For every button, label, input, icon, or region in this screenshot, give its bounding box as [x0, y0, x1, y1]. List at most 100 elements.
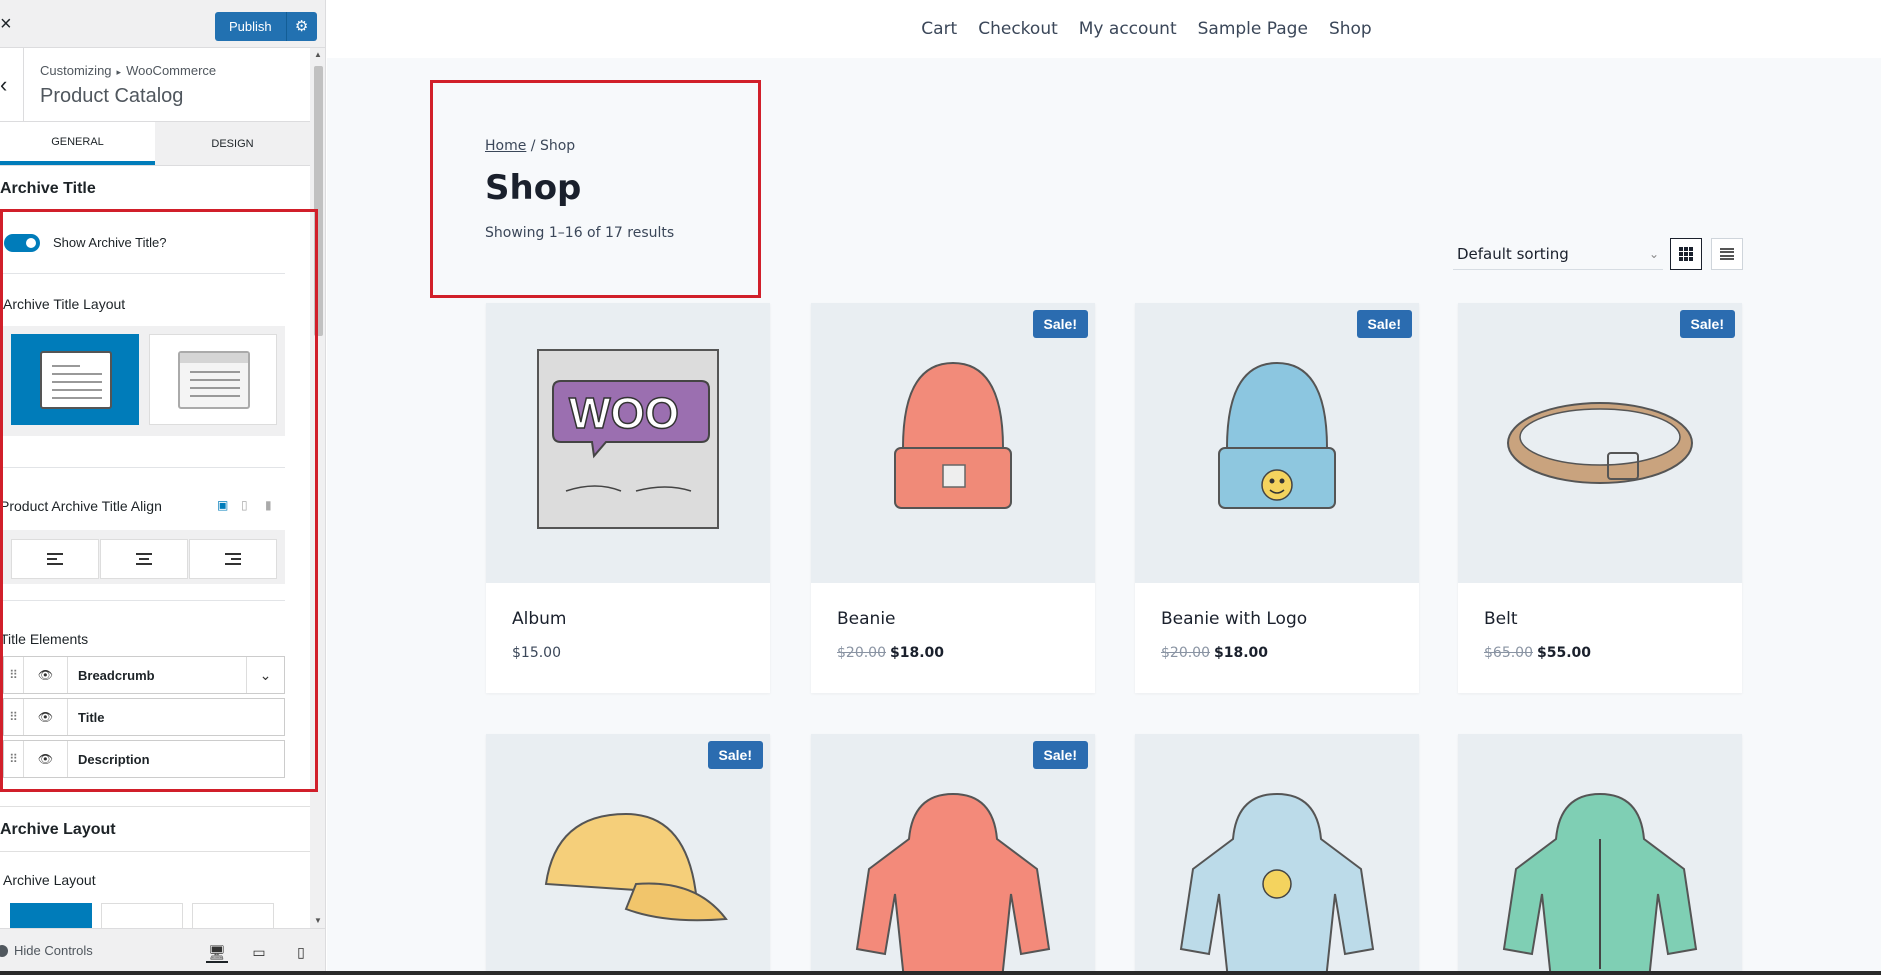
sale-badge: Sale! — [1032, 310, 1088, 338]
sale-badge: Sale! — [1356, 310, 1412, 338]
product-old-price: $20.00 — [837, 645, 886, 661]
desktop-icon[interactable]: ▣ — [217, 498, 229, 512]
beanie-logo-icon — [1218, 361, 1336, 509]
sidebar-scrollbar[interactable]: ▲ ▼ — [312, 50, 324, 925]
product-image[interactable]: Sale! — [811, 303, 1095, 583]
product-image[interactable] — [1458, 734, 1742, 975]
title-align-control: Product Archive Title Align ▣ ▯ ▮ — [0, 468, 285, 601]
nav-checkout[interactable]: Checkout — [978, 19, 1058, 39]
list-view-button[interactable] — [1711, 238, 1743, 270]
hoodie-logo-icon — [1179, 792, 1375, 975]
product-card[interactable]: Sale! Belt $65.00 $55.00 — [1458, 303, 1742, 693]
tab-general[interactable]: General — [0, 122, 155, 165]
visibility-eye-icon[interactable]: 👁 — [24, 741, 68, 777]
nav-sample-page[interactable]: Sample Page — [1198, 19, 1308, 39]
product-info: Beanie with Logo $20.00 $18.00 — [1135, 583, 1419, 693]
product-image[interactable]: Sale! — [1135, 303, 1419, 583]
product-price: $15.00 — [512, 645, 770, 661]
product-card[interactable]: Sale! Beanie with Logo $20.00 $18.00 — [1135, 303, 1419, 693]
woo-album-icon: WOO — [537, 349, 719, 529]
product-name[interactable]: Belt — [1484, 609, 1742, 629]
archive-layout-option-3[interactable] — [192, 903, 274, 928]
scroll-down-arrow-icon[interactable]: ▼ — [314, 916, 322, 925]
archive-layout-option-1[interactable] — [10, 903, 92, 928]
breadcrumb: Home / Shop — [485, 138, 674, 154]
product-name[interactable]: Beanie — [837, 609, 1095, 629]
publish-button[interactable]: Publish — [215, 12, 286, 41]
align-center-icon — [136, 552, 152, 566]
product-image[interactable]: Sale! — [1458, 303, 1742, 583]
hoodie-icon — [855, 792, 1051, 975]
customizer-sidebar: × Publish ⚙ ‹ Customizing ▸ WooCommerce Pr… — [0, 0, 326, 975]
layout-option-boxed[interactable] — [11, 334, 139, 425]
drag-handle-icon[interactable]: ⠿ — [4, 657, 24, 693]
sort-select[interactable]: Default sorting ⌄ — [1453, 238, 1663, 270]
product-card[interactable]: Sale! Beanie $20.00 $18.00 — [811, 303, 1095, 693]
product-card[interactable]: Sale! — [486, 734, 770, 975]
drag-handle-icon[interactable]: ⠿ — [4, 741, 24, 777]
back-chevron-icon[interactable]: ‹ — [0, 48, 24, 122]
chevron-down-icon[interactable]: ⌄ — [246, 657, 284, 693]
product-image[interactable] — [1135, 734, 1419, 975]
customizer-breadcrumb: Customizing ▸ WooCommerce — [40, 63, 216, 78]
visibility-eye-icon[interactable]: 👁 — [24, 657, 68, 693]
align-left-button[interactable] — [11, 539, 99, 579]
desktop-preview-icon[interactable]: 🖥 — [206, 941, 228, 963]
settings-tabs: General Design — [0, 122, 310, 166]
product-current-price: $15.00 — [512, 645, 561, 661]
product-card[interactable]: Sale! — [811, 734, 1095, 975]
tablet-preview-icon[interactable]: ▭ — [248, 941, 270, 963]
grid-view-button[interactable] — [1670, 238, 1702, 270]
align-right-button[interactable] — [189, 539, 277, 579]
show-archive-title-label: Show Archive Title? — [53, 235, 167, 250]
product-card[interactable] — [1135, 734, 1419, 975]
nav-my-account[interactable]: My account — [1079, 19, 1177, 39]
align-options — [3, 530, 285, 584]
mobile-preview-icon[interactable]: ▯ — [290, 941, 312, 963]
show-archive-title-toggle[interactable] — [4, 233, 40, 252]
product-card[interactable]: WOO Album $15.00 — [486, 303, 770, 693]
nav-shop[interactable]: Shop — [1329, 19, 1372, 39]
title-element-title[interactable]: ⠿ 👁 Title — [3, 698, 285, 736]
nav-cart[interactable]: Cart — [921, 19, 957, 39]
product-card[interactable] — [1458, 734, 1742, 975]
product-name[interactable]: Beanie with Logo — [1161, 609, 1419, 629]
sale-badge: Sale! — [1679, 310, 1735, 338]
sale-badge: Sale! — [1032, 741, 1088, 769]
mobile-icon[interactable]: ▮ — [265, 498, 277, 512]
align-center-button[interactable] — [100, 539, 188, 579]
layout-fullwidth-icon — [178, 351, 250, 409]
scrollbar-thumb[interactable] — [314, 66, 323, 336]
product-price: $20.00 $18.00 — [1161, 645, 1419, 661]
title-element-breadcrumb[interactable]: ⠿ 👁 Breadcrumb ⌄ — [3, 656, 285, 694]
drag-handle-icon[interactable]: ⠿ — [4, 699, 24, 735]
tab-design[interactable]: Design — [155, 122, 310, 165]
product-image[interactable]: Sale! — [486, 734, 770, 975]
visibility-eye-icon[interactable]: 👁 — [24, 699, 68, 735]
publish-settings-gear-icon[interactable]: ⚙ — [285, 12, 317, 41]
hide-controls-button[interactable]: Hide Controls — [0, 943, 93, 958]
tablet-icon[interactable]: ▯ — [241, 498, 253, 512]
product-image[interactable]: WOO — [486, 303, 770, 583]
hoodie-zipper-icon — [1502, 792, 1698, 975]
close-customizer-icon[interactable]: × — [0, 10, 24, 38]
product-current-price: $18.00 — [1214, 645, 1269, 661]
product-image[interactable]: Sale! — [811, 734, 1095, 975]
archive-layout-option-2[interactable] — [101, 903, 183, 928]
layout-option-fullwidth[interactable] — [149, 334, 277, 425]
hide-controls-label: Hide Controls — [14, 943, 93, 958]
scroll-up-arrow-icon[interactable]: ▲ — [314, 50, 322, 59]
page-title: Shop — [485, 168, 582, 208]
product-old-price: $65.00 — [1484, 645, 1533, 661]
product-price: $20.00 $18.00 — [837, 645, 1095, 661]
breadcrumb-home-link[interactable]: Home — [485, 138, 526, 154]
align-right-icon — [225, 552, 241, 566]
breadcrumb-current: Shop — [539, 138, 576, 154]
layout-boxed-icon — [40, 351, 112, 409]
customizer-footer: Hide Controls 🖥 ▭ ▯ — [0, 928, 325, 975]
chevron-down-icon: ⌄ — [1648, 247, 1659, 261]
product-info: Belt $65.00 $55.00 — [1458, 583, 1742, 693]
title-element-description[interactable]: ⠿ 👁 Description — [3, 740, 285, 778]
product-name[interactable]: Album — [512, 609, 770, 629]
customizer-panel-scroll[interactable]: ‹ Customizing ▸ WooCommerce Product Catalo… — [0, 48, 325, 928]
